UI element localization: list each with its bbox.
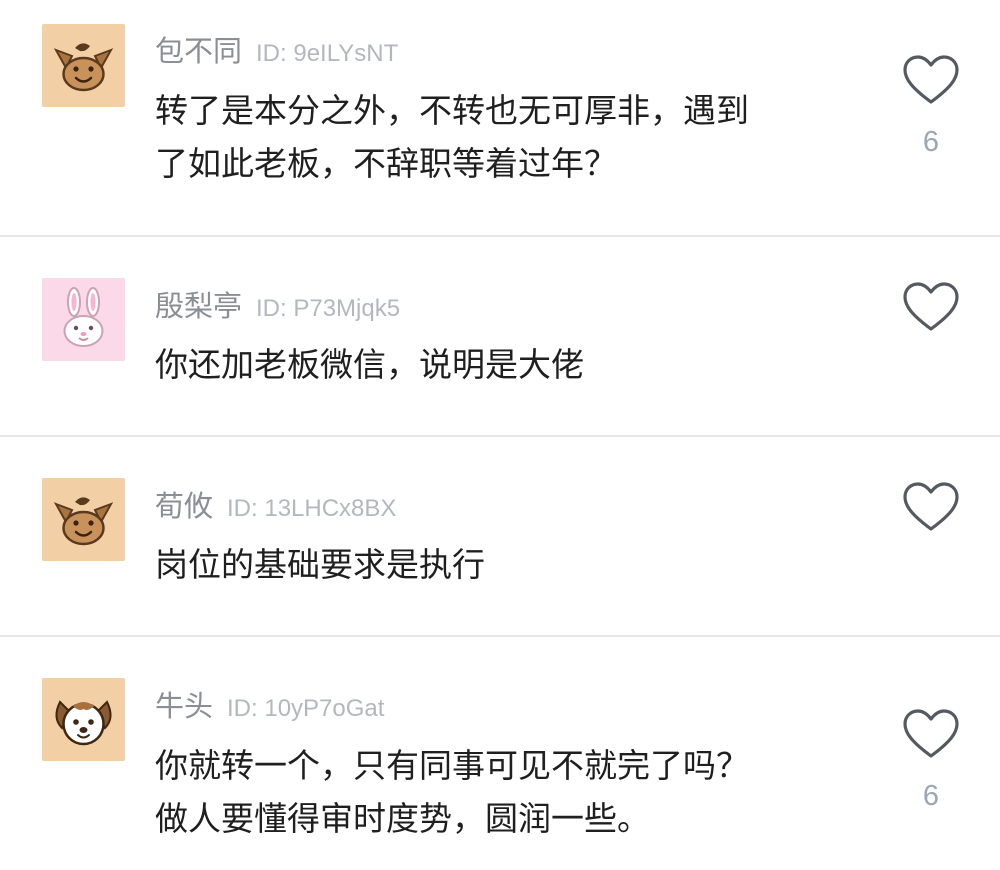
comment-line: 你还加老板微信，说明是大佬 — [155, 345, 584, 384]
username[interactable]: 殷梨亭 — [155, 283, 242, 325]
user-id: ID: 9eILYsNT — [256, 40, 399, 67]
user-id: ID: 10yP7oGat — [227, 695, 385, 722]
comment-line: 岗位的基础要求是执行 — [155, 545, 485, 584]
user-id: ID: P73Mjqk5 — [256, 295, 401, 322]
comment-text: 你还加老板微信，说明是大佬 — [155, 338, 875, 391]
comment-item: 殷梨亭 ID: P73Mjqk5 你还加老板微信，说明是大佬 — [0, 237, 1000, 437]
like-button[interactable] — [902, 708, 960, 760]
like-button[interactable] — [902, 54, 960, 106]
comment-line: 转了是本分之外，不转也无可厚非，遇到 — [155, 91, 749, 130]
comment-list: 包不同 ID: 9eILYsNT 转了是本分之外，不转也无可厚非，遇到 了如此老… — [0, 0, 1000, 870]
comment-line: 了如此老板，不辞职等着过年？ — [155, 144, 617, 183]
avatar[interactable] — [42, 278, 125, 361]
comment-item: 荀攸 ID: 13LHCx8BX 岗位的基础要求是执行 — [0, 437, 1000, 637]
username[interactable]: 荀攸 — [155, 483, 213, 525]
cartoon-rabbit-icon — [42, 278, 125, 361]
comment-line: 做人要懂得审时度势，圆润一些。 — [155, 799, 650, 838]
username[interactable]: 牛头 — [155, 683, 213, 725]
comment-header: 荀攸 ID: 13LHCx8BX — [155, 483, 396, 523]
like-button[interactable] — [902, 481, 960, 533]
cartoon-fox-icon — [42, 478, 125, 561]
heart-outline-icon — [903, 709, 959, 758]
user-id: ID: 13LHCx8BX — [227, 495, 397, 522]
comment-item: 牛头 ID: 10yP7oGat 你就转一个，只有同事可见不就完了吗？ 做人要懂… — [0, 637, 1000, 870]
avatar[interactable] — [42, 678, 125, 761]
like-button[interactable] — [902, 281, 960, 333]
avatar[interactable] — [42, 24, 125, 107]
username[interactable]: 包不同 — [155, 28, 242, 70]
comment-item: 包不同 ID: 9eILYsNT 转了是本分之外，不转也无可厚非，遇到 了如此老… — [0, 0, 1000, 237]
comment-header: 殷梨亭 ID: P73Mjqk5 — [155, 283, 400, 323]
heart-outline-icon — [903, 482, 959, 531]
comment-text: 转了是本分之外，不转也无可厚非，遇到 了如此老板，不辞职等着过年？ — [155, 84, 875, 190]
comment-line: 你就转一个，只有同事可见不就完了吗？ — [155, 746, 749, 785]
avatar[interactable] — [42, 478, 125, 561]
heart-outline-icon — [903, 282, 959, 331]
like-count: 6 — [922, 780, 940, 812]
cartoon-fox-icon — [42, 24, 125, 107]
cartoon-dog-icon — [42, 678, 125, 761]
comment-header: 包不同 ID: 9eILYsNT — [155, 28, 398, 68]
comment-text: 岗位的基础要求是执行 — [155, 538, 875, 591]
heart-outline-icon — [903, 55, 959, 104]
comment-text: 你就转一个，只有同事可见不就完了吗？ 做人要懂得审时度势，圆润一些。 — [155, 739, 875, 845]
like-count: 6 — [922, 126, 940, 158]
comment-header: 牛头 ID: 10yP7oGat — [155, 683, 384, 723]
